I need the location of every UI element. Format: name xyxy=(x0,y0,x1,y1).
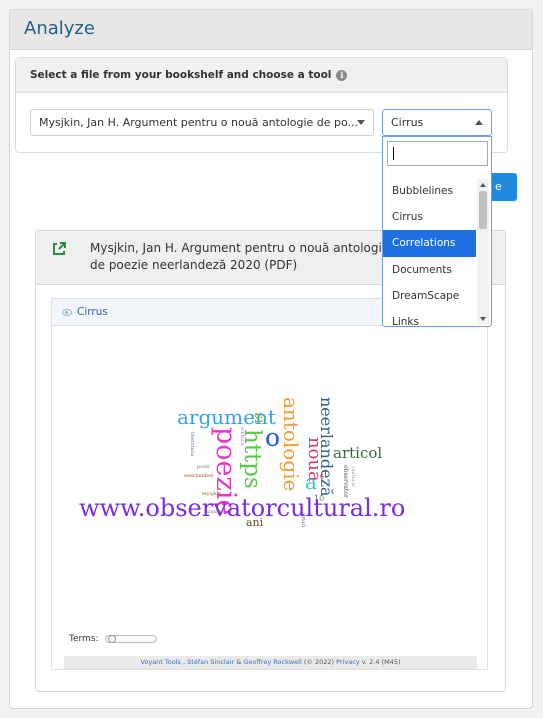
cloud-word-literatura[interactable]: literatura xyxy=(189,432,195,456)
cirrus-label: Cirrus xyxy=(77,306,108,318)
external-link-icon[interactable] xyxy=(51,241,67,257)
dropdown-options: Bubblelines Cirrus Correlations Documents Dr… xyxy=(383,178,476,326)
eye-icon[interactable] xyxy=(62,308,72,316)
scroll-up-icon[interactable] xyxy=(480,183,486,187)
voyant-link[interactable]: Voyant Tools xyxy=(140,658,181,666)
cloud-word-articol[interactable]: articol xyxy=(333,446,382,461)
dropdown-option-bubblelines[interactable]: Bubblelines xyxy=(383,178,476,204)
scroll-thumb[interactable] xyxy=(479,191,487,229)
run-tool-button-label: e xyxy=(495,180,502,193)
dropdown-option-cirrus[interactable]: Cirrus xyxy=(383,204,476,230)
result-title: Mysjkin, Jan H. Argument pentru o nouă a… xyxy=(90,241,390,272)
selector-heading: Select a file from your bookshelf and ch… xyxy=(16,58,507,93)
cloud-word-observator[interactable]: observator xyxy=(342,465,349,498)
panel-header: Analyze xyxy=(10,10,532,50)
footer-amp: & xyxy=(234,658,244,666)
text-caret xyxy=(393,147,394,160)
run-tool-button[interactable]: e xyxy=(492,173,517,201)
cloud-word-poeti[interactable]: poeți xyxy=(197,465,210,470)
cloud-word-editura[interactable]: editura xyxy=(239,427,245,445)
cloud-word-antologie[interactable]: antologie xyxy=(279,397,303,491)
dropdown-search-input[interactable] xyxy=(387,141,488,166)
file-select[interactable]: Mysjkin, Jan H. Argument pentru o nouă a… xyxy=(30,109,374,136)
cloud-word-si[interactable]: și xyxy=(251,412,267,424)
dropdown-option-links[interactable]: Links xyxy=(383,309,476,326)
selector-heading-text: Select a file from your bookshelf and ch… xyxy=(30,69,332,81)
chevron-down-icon xyxy=(357,120,365,125)
word-cloud: argument poezie https o antologie nouă n… xyxy=(52,327,487,627)
file-select-value: Mysjkin, Jan H. Argument pentru o nouă a… xyxy=(39,116,359,129)
footer-copyright: (© 2022) xyxy=(301,658,337,666)
cloud-word-cultural[interactable]: cultural xyxy=(350,467,356,487)
rockwell-link[interactable]: Geoffrey Rockwell xyxy=(243,658,301,666)
dropdown-option-correlations[interactable]: Correlations xyxy=(383,230,476,257)
cloud-word-url[interactable]: www.observatorcultural.ro xyxy=(79,496,405,520)
chevron-up-icon xyxy=(475,120,483,125)
footer-version: v. 2.4 (M45) xyxy=(359,658,401,666)
dropdown-option-dreamscape[interactable]: DreamScape xyxy=(383,283,476,309)
cloud-word-o[interactable]: o xyxy=(265,425,280,450)
dropdown-scrollbar[interactable] xyxy=(477,179,489,325)
cloud-word-neerlandeza[interactable]: neerlandeză xyxy=(317,397,336,497)
dropdown-option-documents[interactable]: Documents xyxy=(383,257,476,283)
privacy-link[interactable]: Privacy xyxy=(336,658,360,666)
tool-select-value: Cirrus xyxy=(391,116,424,129)
panel-title: Analyze xyxy=(24,18,95,39)
terms-control: Terms: xyxy=(69,634,157,644)
tool-dropdown: Bubblelines Cirrus Correlations Documents Dr… xyxy=(382,136,492,327)
terms-label: Terms: xyxy=(69,634,99,644)
tool-select[interactable]: Cirrus xyxy=(382,109,492,136)
scroll-down-icon[interactable] xyxy=(480,317,486,321)
voyant-footer: Voyant Tools , Stéfan Sinclair & Geoffre… xyxy=(64,656,477,669)
cloud-word-neerlandezi[interactable]: neerlandezi xyxy=(184,474,214,479)
sinclair-link[interactable]: Stéfan Sinclair xyxy=(187,658,234,666)
cirrus-tool-frame: Cirrus argument poezie https o antologie… xyxy=(51,298,488,670)
info-icon[interactable]: i xyxy=(336,69,348,81)
slider-knob[interactable] xyxy=(107,635,116,643)
terms-slider[interactable] xyxy=(104,635,157,643)
cloud-word-a[interactable]: a xyxy=(305,472,317,492)
